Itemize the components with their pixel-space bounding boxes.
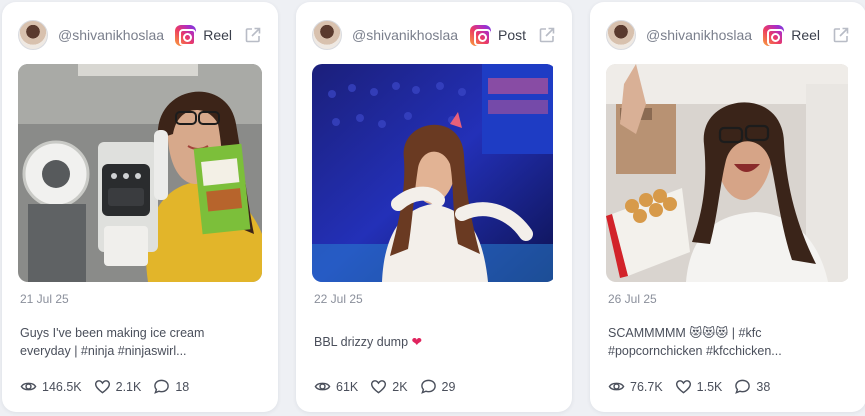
- likes-stat: 1.5K: [675, 378, 723, 395]
- card-header: @shivanikhoslaa Reel: [606, 18, 850, 52]
- comment-icon: [154, 379, 170, 394]
- external-link-icon[interactable]: [832, 26, 850, 44]
- post-thumbnail[interactable]: [18, 64, 262, 282]
- caption-line: SCAMMMMM 😻😻😻 | #kfc: [608, 326, 762, 340]
- post-stats: 76.7K 1.5K 38: [608, 378, 782, 395]
- post-date: 21 Jul 25: [20, 292, 69, 306]
- instagram-icon: [469, 24, 491, 46]
- post-stats: 146.5K 2.1K 18: [20, 378, 201, 395]
- likes-count: 2.1K: [115, 379, 142, 394]
- card-header: @shivanikhoslaa Post: [312, 18, 556, 52]
- eye-icon: [608, 382, 625, 391]
- account-handle[interactable]: @shivanikhoslaa: [58, 27, 175, 43]
- views-count: 76.7K: [630, 379, 663, 394]
- post-date: 26 Jul 25: [608, 292, 657, 306]
- eye-icon: [20, 382, 37, 391]
- views-count: 146.5K: [42, 379, 82, 394]
- heart-icon: [371, 380, 387, 394]
- external-link-icon[interactable]: [244, 26, 262, 44]
- caption-text: BBL drizzy dump: [314, 335, 409, 349]
- post-card[interactable]: @shivanikhoslaa Post 22 Jul 25 BBL drizz…: [296, 2, 572, 412]
- likes-count: 1.5K: [696, 379, 723, 394]
- caption-line: Guys I've been making ice cream: [20, 326, 205, 340]
- comments-stat: 18: [153, 378, 189, 395]
- post-caption: BBL drizzy dump ❤: [314, 333, 556, 351]
- comment-icon: [420, 379, 436, 394]
- comments-count: 18: [175, 379, 190, 394]
- instagram-icon: [763, 24, 785, 46]
- external-link-icon[interactable]: [538, 26, 556, 44]
- post-stats: 61K 2K 29: [314, 378, 467, 395]
- caption-line: BBL drizzy dump ❤: [314, 333, 556, 351]
- likes-stat: 2.1K: [94, 378, 142, 395]
- comments-count: 38: [756, 379, 771, 394]
- comments-stat: 29: [420, 378, 456, 395]
- post-type-label: Reel: [791, 27, 820, 43]
- comment-icon: [735, 379, 751, 394]
- comments-stat: 38: [734, 378, 770, 395]
- views-stat: 146.5K: [20, 378, 82, 395]
- views-stat: 76.7K: [608, 378, 663, 395]
- views-count: 61K: [336, 379, 359, 394]
- comments-count: 29: [441, 379, 456, 394]
- account-handle[interactable]: @shivanikhoslaa: [352, 27, 470, 43]
- heart-icon: [94, 380, 110, 394]
- views-stat: 61K: [314, 378, 358, 395]
- post-date: 22 Jul 25: [314, 292, 363, 306]
- thumbnail-image-popcorn-chicken: [606, 64, 848, 282]
- heart-icon: [675, 380, 691, 394]
- post-thumbnail[interactable]: [312, 64, 556, 282]
- post-card[interactable]: @shivanikhoslaa Reel: [590, 2, 865, 412]
- post-caption: SCAMMMMM 😻😻😻 | #kfc #popcornchicken #kfc…: [608, 324, 850, 360]
- avatar[interactable]: [312, 20, 342, 50]
- thumbnail-image-ice-cream-maker: [18, 64, 262, 282]
- post-type-label: Reel: [203, 27, 232, 43]
- avatar[interactable]: [606, 20, 636, 50]
- avatar[interactable]: [18, 20, 48, 50]
- post-type-label: Post: [497, 27, 526, 43]
- caption-line: everyday | #ninja #ninjaswirl...: [20, 344, 187, 358]
- account-handle[interactable]: @shivanikhoslaa: [646, 27, 763, 43]
- post-caption: Guys I've been making ice cream everyday…: [20, 324, 262, 360]
- post-thumbnail[interactable]: [606, 64, 850, 282]
- likes-stat: 2K: [370, 378, 408, 395]
- heart-emoji: ❤: [411, 335, 422, 349]
- post-card[interactable]: @shivanikhoslaa Reel: [2, 2, 278, 412]
- card-header: @shivanikhoslaa Reel: [18, 18, 262, 52]
- likes-count: 2K: [392, 379, 408, 394]
- caption-line: #popcornchicken #kfcchicken...: [608, 344, 782, 358]
- thumbnail-image-arena: [312, 64, 553, 282]
- instagram-icon: [175, 24, 197, 46]
- eye-icon: [314, 382, 331, 391]
